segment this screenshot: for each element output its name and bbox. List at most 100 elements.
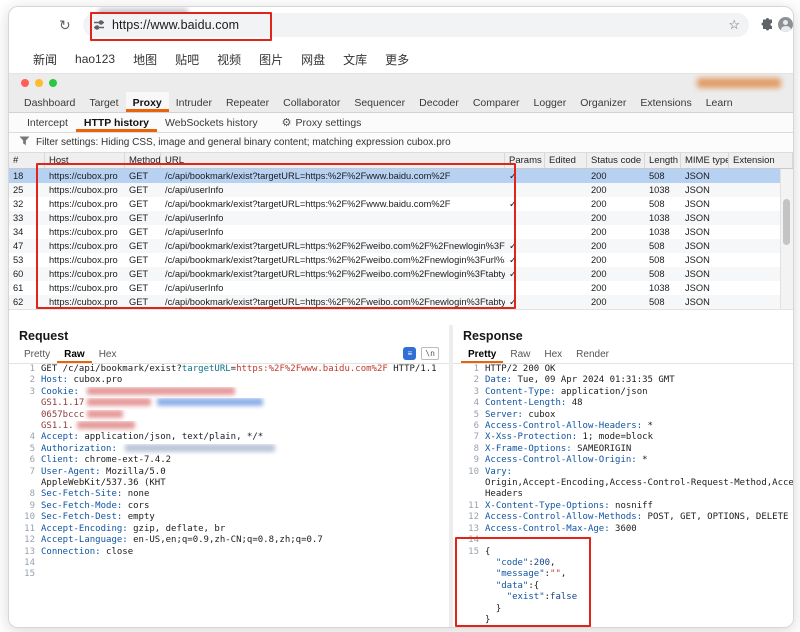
- cell-url: /c/api/bookmark/exist?targetURL=https:%2…: [161, 199, 505, 209]
- bookmark-star-icon[interactable]: ☆: [728, 17, 740, 33]
- cell-url: /c/api/bookmark/exist?targetURL=https:%2…: [161, 171, 505, 181]
- table-row-62[interactable]: 62https://cubox.proGET/c/api/bookmark/ex…: [9, 295, 780, 309]
- reload-button[interactable]: ↻: [59, 17, 71, 34]
- cell-host: https://cubox.pro: [45, 269, 125, 279]
- column-header-item[interactable]: #: [9, 153, 45, 168]
- column-header-url[interactable]: URL: [161, 153, 505, 168]
- column-header-host[interactable]: Host: [45, 153, 125, 168]
- minimize-button[interactable]: [35, 79, 43, 87]
- line-number: 11: [9, 524, 41, 535]
- table-row-18[interactable]: 18https://cubox.proGET/c/api/bookmark/ex…: [9, 169, 780, 183]
- main-tab-proxy[interactable]: Proxy: [126, 92, 169, 112]
- main-tab-comparer[interactable]: Comparer: [466, 92, 527, 112]
- table-row-47[interactable]: 47https://cubox.proGET/c/api/bookmark/ex…: [9, 239, 780, 253]
- site-info-icon[interactable]: [93, 19, 105, 31]
- line-number: 5: [9, 444, 41, 455]
- column-header-method[interactable]: Method: [125, 153, 161, 168]
- main-tab-learn[interactable]: Learn: [699, 92, 740, 112]
- url-bar[interactable]: https://www.baidu.com ☆: [83, 13, 749, 37]
- main-tab-collaborator[interactable]: Collaborator: [276, 92, 347, 112]
- cell-length: 1038: [645, 185, 681, 195]
- code-line: 9Access-Control-Allow-Origin: *: [453, 455, 793, 466]
- column-header-length[interactable]: Length: [645, 153, 681, 168]
- sub-tab-intercept[interactable]: Intercept: [19, 113, 76, 132]
- bookmark-item[interactable]: 视频: [217, 51, 241, 68]
- response-editor[interactable]: 1HTTP/2 200 OK2Date: Tue, 09 Apr 2024 01…: [453, 363, 793, 627]
- filter-bar[interactable]: Filter settings: Hiding CSS, image and g…: [9, 133, 793, 153]
- code-line: 11Accept-Encoding: gzip, deflate, br: [9, 524, 449, 535]
- table-scrollbar[interactable]: [780, 169, 793, 309]
- table-row-25[interactable]: 25https://cubox.proGET/c/api/userInfo200…: [9, 183, 780, 197]
- tab-raw[interactable]: Raw: [57, 345, 92, 363]
- bookmark-hao123[interactable]: hao123: [75, 52, 115, 66]
- line-number: [453, 489, 485, 500]
- table-scrollbar-thumb[interactable]: [783, 199, 790, 245]
- cell-length: 508: [645, 171, 681, 181]
- sub-tab-bar: InterceptHTTP historyWebSockets history: [19, 113, 266, 132]
- cell-params: ✓: [505, 255, 545, 266]
- cell-host: https://cubox.pro: [45, 241, 125, 251]
- cell-method: GET: [125, 297, 161, 307]
- cell-status: 200: [587, 171, 645, 181]
- sub-tab-http-history[interactable]: HTTP history: [76, 113, 157, 132]
- redacted-blur: [87, 387, 235, 395]
- newline-toggle-icon[interactable]: \n: [421, 347, 439, 360]
- table-panel-gap: [9, 309, 793, 325]
- table-row-61[interactable]: 61https://cubox.proGET/c/api/userInfo200…: [9, 281, 780, 295]
- tab-pretty[interactable]: Pretty: [17, 345, 57, 363]
- table-row-60[interactable]: 60https://cubox.proGET/c/api/bookmark/ex…: [9, 267, 780, 281]
- proxy-settings-button[interactable]: ⚙ Proxy settings: [282, 113, 362, 132]
- column-header-edited[interactable]: Edited: [545, 153, 587, 168]
- column-header-extension[interactable]: Extension: [729, 153, 793, 168]
- tab-hex[interactable]: Hex: [537, 345, 569, 363]
- main-tab-dashboard[interactable]: Dashboard: [17, 92, 82, 112]
- cell-num: 33: [9, 213, 45, 223]
- column-header-mime-type[interactable]: MIME type: [681, 153, 729, 168]
- main-tab-intruder[interactable]: Intruder: [169, 92, 219, 112]
- column-header-status-code[interactable]: Status code: [587, 153, 645, 168]
- table-row-33[interactable]: 33https://cubox.proGET/c/api/userInfo200…: [9, 211, 780, 225]
- profile-avatar[interactable]: [778, 17, 793, 32]
- code-line: 8X-Frame-Options: SAMEORIGIN: [453, 444, 793, 455]
- browser-window: ↻ https://www.baidu.com ☆ 新闻 hao123 地图 贴吧 视频…: [8, 6, 794, 628]
- line-number: 2: [453, 375, 485, 386]
- main-tab-organizer[interactable]: Organizer: [573, 92, 633, 112]
- redacted-blur: [157, 398, 263, 406]
- close-button[interactable]: [21, 79, 29, 87]
- extensions-icon[interactable]: [761, 18, 774, 36]
- bookmark-item[interactable]: 网盘: [301, 51, 325, 68]
- table-row-53[interactable]: 53https://cubox.proGET/c/api/bookmark/ex…: [9, 253, 780, 267]
- tab-raw[interactable]: Raw: [503, 345, 537, 363]
- request-panel: Request ≡ \n PrettyRawHex 1GET /c/api/bo…: [9, 325, 449, 627]
- cell-url: /c/api/bookmark/exist?targetURL=https:%2…: [161, 269, 505, 279]
- main-tab-target[interactable]: Target: [82, 92, 125, 112]
- main-tab-logger[interactable]: Logger: [527, 92, 574, 112]
- cell-length: 508: [645, 297, 681, 307]
- bookmark-item[interactable]: 地图: [133, 51, 157, 68]
- main-tab-sequencer[interactable]: Sequencer: [347, 92, 412, 112]
- tab-hex[interactable]: Hex: [92, 345, 124, 363]
- main-tab-decoder[interactable]: Decoder: [412, 92, 466, 112]
- cell-method: GET: [125, 213, 161, 223]
- cell-method: GET: [125, 283, 161, 293]
- code-line: 13Connection: close: [9, 547, 449, 558]
- tab-render[interactable]: Render: [569, 345, 616, 363]
- cell-host: https://cubox.pro: [45, 297, 125, 307]
- table-row-34[interactable]: 34https://cubox.proGET/c/api/userInfo200…: [9, 225, 780, 239]
- main-tab-repeater[interactable]: Repeater: [219, 92, 276, 112]
- bookmark-item[interactable]: 文库: [343, 51, 367, 68]
- column-header-params[interactable]: Params: [505, 153, 545, 168]
- bookmark-item[interactable]: 贴吧: [175, 51, 199, 68]
- tab-pretty[interactable]: Pretty: [461, 345, 503, 363]
- main-tab-extensions[interactable]: Extensions: [633, 92, 698, 112]
- maximize-button[interactable]: [49, 79, 57, 87]
- inspector-menu-icon[interactable]: ≡: [403, 347, 416, 360]
- bookmark-item[interactable]: 新闻: [33, 51, 57, 68]
- request-editor[interactable]: 1GET /c/api/bookmark/exist?targetURL=htt…: [9, 363, 449, 627]
- table-row-32[interactable]: 32https://cubox.proGET/c/api/bookmark/ex…: [9, 197, 780, 211]
- bookmark-item[interactable]: 更多: [385, 51, 409, 68]
- bookmark-item[interactable]: 图片: [259, 51, 283, 68]
- line-number: 10: [453, 467, 485, 478]
- sub-tab-websockets-history[interactable]: WebSockets history: [157, 113, 266, 132]
- code-line: Headers: [453, 489, 793, 500]
